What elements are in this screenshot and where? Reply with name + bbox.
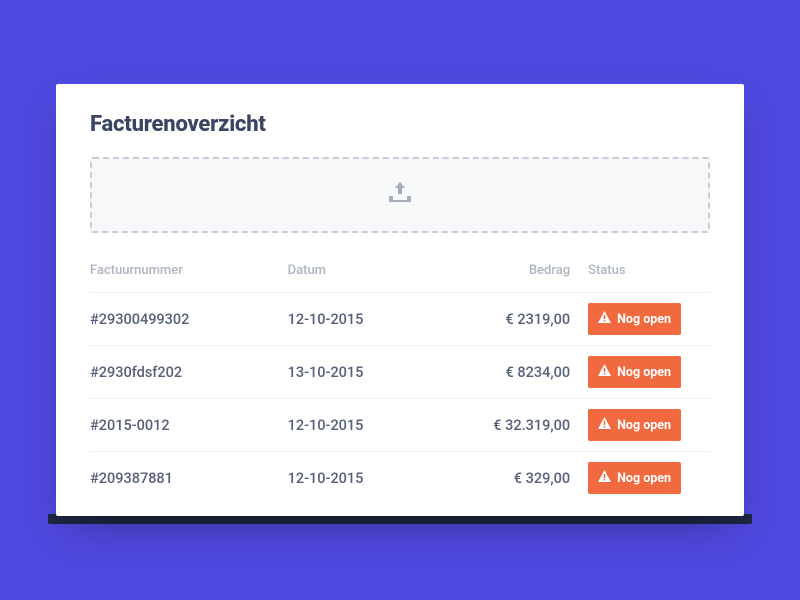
cell-bedrag: € 2319,00 [445, 311, 580, 328]
table-row: #209387881 12-10-2015 € 329,00 Nog open [90, 451, 710, 504]
upload-dropzone[interactable] [90, 157, 710, 233]
warning-icon [598, 470, 611, 486]
status-label: Nog open [617, 418, 671, 433]
cell-bedrag: € 8234,00 [445, 364, 580, 381]
table-row: #2930fdsf202 13-10-2015 € 8234,00 Nog open [90, 345, 710, 398]
cell-status: Nog open [588, 356, 710, 388]
cell-bedrag: € 32.319,00 [445, 417, 580, 434]
cell-nummer: #2015-0012 [90, 417, 280, 434]
cell-datum: 12-10-2015 [288, 470, 437, 487]
table-header: Factuurnummer Datum Bedrag Status [90, 263, 710, 292]
cell-datum: 13-10-2015 [288, 364, 437, 381]
status-button[interactable]: Nog open [588, 356, 681, 388]
upload-icon [387, 182, 413, 208]
col-header-nummer: Factuurnummer [90, 263, 280, 278]
table-row: #2015-0012 12-10-2015 € 32.319,00 Nog open [90, 398, 710, 451]
status-label: Nog open [617, 312, 671, 327]
status-button[interactable]: Nog open [588, 409, 681, 441]
status-label: Nog open [617, 471, 671, 486]
page-title: Facturenoverzicht [90, 112, 710, 137]
cell-bedrag: € 329,00 [445, 470, 580, 487]
cell-nummer: #29300499302 [90, 311, 280, 328]
table-row: #29300499302 12-10-2015 € 2319,00 Nog open [90, 292, 710, 345]
invoice-table: Factuurnummer Datum Bedrag Status #29300… [90, 263, 710, 504]
cell-status: Nog open [588, 462, 710, 494]
warning-icon [598, 364, 611, 380]
cell-status: Nog open [588, 409, 710, 441]
cell-nummer: #209387881 [90, 470, 280, 487]
table-body: #2930049930212-10-2015€ 2319,00Nog open#… [90, 292, 710, 504]
cell-datum: 12-10-2015 [288, 311, 437, 328]
col-header-status: Status [588, 263, 710, 278]
status-label: Nog open [617, 365, 671, 380]
cell-status: Nog open [588, 303, 710, 335]
status-button[interactable]: Nog open [588, 303, 681, 335]
warning-icon [598, 311, 611, 327]
status-button[interactable]: Nog open [588, 462, 681, 494]
col-header-bedrag: Bedrag [445, 263, 580, 278]
cell-datum: 12-10-2015 [288, 417, 437, 434]
warning-icon [598, 417, 611, 433]
invoice-card: Facturenoverzicht Factuurnummer Datum Be… [56, 84, 744, 516]
col-header-datum: Datum [288, 263, 437, 278]
cell-nummer: #2930fdsf202 [90, 364, 280, 381]
